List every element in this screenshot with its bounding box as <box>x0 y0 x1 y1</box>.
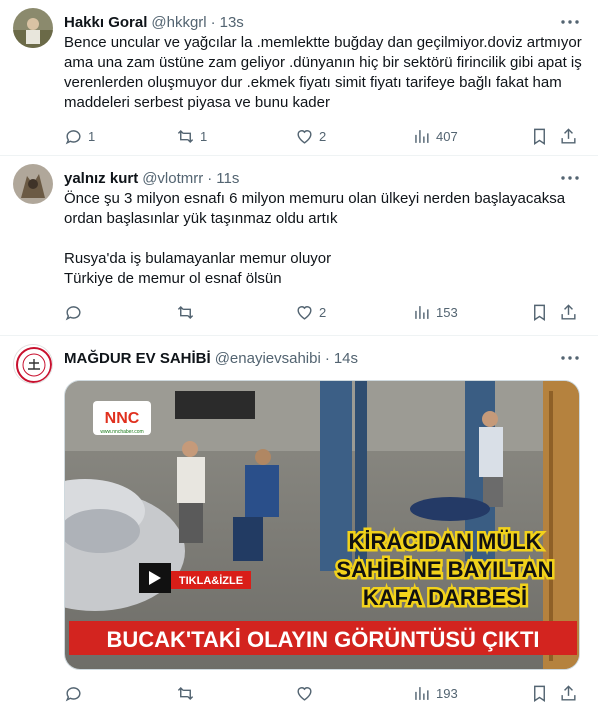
separator-dot: · <box>207 169 213 187</box>
tweet-text: Bence uncular ve yağcılar la .memlektte … <box>64 34 582 111</box>
separator-dot: · <box>324 349 330 367</box>
bookmark-icon <box>534 304 545 321</box>
like-count: 2 <box>319 128 327 144</box>
share-icon <box>561 684 576 701</box>
separator-dot: · <box>210 13 216 31</box>
views-icon <box>415 129 429 143</box>
svg-text:NNC: NNC <box>105 410 140 427</box>
more-icon <box>561 20 579 24</box>
tweet-header: Hakkı Goral @hkkgrl · 13s <box>64 12 582 32</box>
avatar[interactable] <box>13 164 53 204</box>
bookmark-icon <box>534 128 545 145</box>
views-icon <box>415 305 429 319</box>
timestamp[interactable]: 14s <box>334 350 358 367</box>
svg-text:KAFA DARBESİ: KAFA DARBESİ <box>363 585 527 610</box>
media-video-thumbnail[interactable]: NNC www.nnchaber.com TIKLA&İZLE KİRACIDA… <box>64 380 580 670</box>
timestamp[interactable]: 13s <box>220 14 244 31</box>
tweet-header: yalnız kurt @vlotmrr · 11s <box>64 168 582 188</box>
tweet-header: MAĞDUR EV SAHİBİ @enayievsahibi · 14s <box>64 348 582 368</box>
timestamp[interactable]: 11s <box>216 170 239 187</box>
views-count: 153 <box>436 304 458 320</box>
reply-button[interactable] <box>64 676 88 710</box>
views-button[interactable]: 407 <box>412 119 458 153</box>
views-count: 193 <box>436 685 458 701</box>
bookmark-button[interactable] <box>530 119 549 153</box>
views-count: 407 <box>436 128 458 144</box>
more-button[interactable] <box>560 12 580 32</box>
views-icon <box>415 686 429 700</box>
avatar[interactable] <box>13 8 53 48</box>
author-handle[interactable]: @vlotmrr <box>142 170 203 187</box>
reply-button[interactable]: 1 <box>64 119 95 153</box>
author-handle[interactable]: @enayievsahibi <box>215 350 321 367</box>
video-headline: KİRACIDAN MÜLK SAHİBİNE BAYILTAN KAFA DA… <box>334 527 556 613</box>
action-bar: 2 153 <box>64 295 582 329</box>
more-button[interactable] <box>560 348 580 368</box>
tweet[interactable]: Hakkı Goral @hkkgrl · 13s Bence uncular … <box>0 0 598 156</box>
share-button[interactable] <box>559 295 578 329</box>
channel-logo: NNC www.nnchaber.com <box>93 401 151 435</box>
author-name[interactable]: yalnız kurt <box>64 170 138 187</box>
reply-icon <box>65 305 81 320</box>
video-caption: BUCAK'TAKİ OLAYIN GÖRÜNTÜSÜ ÇIKTI <box>106 627 539 652</box>
reply-button[interactable] <box>64 295 88 329</box>
like-icon <box>297 686 312 701</box>
like-button[interactable]: 2 <box>295 119 326 153</box>
share-icon <box>561 303 576 320</box>
reply-icon <box>65 686 81 701</box>
more-icon <box>561 176 579 180</box>
retweet-button[interactable] <box>176 676 200 710</box>
more-icon <box>561 356 579 360</box>
share-button[interactable] <box>559 676 578 710</box>
share-button[interactable] <box>559 119 578 153</box>
like-count: 2 <box>319 304 327 320</box>
retweet-icon <box>177 129 194 143</box>
views-button[interactable]: 153 <box>412 295 458 329</box>
share-icon <box>561 127 576 144</box>
bookmark-button[interactable] <box>530 295 549 329</box>
author-handle[interactable]: @hkkgrl <box>151 14 206 31</box>
retweet-icon <box>177 305 194 319</box>
like-button[interactable] <box>295 676 319 710</box>
like-icon <box>297 129 312 144</box>
retweet-button[interactable] <box>176 295 200 329</box>
retweet-count: 1 <box>200 128 208 144</box>
author-name[interactable]: MAĞDUR EV SAHİBİ <box>64 350 211 367</box>
tweet[interactable]: yalnız kurt @vlotmrr · 11s Önce şu 3 mil… <box>0 156 598 336</box>
action-bar: 193 <box>64 676 582 710</box>
like-icon <box>297 305 312 320</box>
reply-icon <box>65 129 81 144</box>
reply-count: 1 <box>88 128 96 144</box>
avatar[interactable] <box>13 344 53 384</box>
retweet-button[interactable]: 1 <box>176 119 207 153</box>
svg-text:SAHİBİNE BAYILTAN: SAHİBİNE BAYILTAN <box>336 557 553 582</box>
bookmark-button[interactable] <box>530 676 549 710</box>
svg-text:TIKLA&İZLE: TIKLA&İZLE <box>179 574 243 587</box>
tweet[interactable]: MAĞDUR EV SAHİBİ @enayievsahibi · 14s NN… <box>0 336 598 710</box>
retweet-icon <box>177 686 194 700</box>
svg-text:KİRACIDAN MÜLK: KİRACIDAN MÜLK <box>348 529 541 554</box>
views-button[interactable]: 193 <box>412 676 458 710</box>
bookmark-icon <box>534 685 545 702</box>
tweet-text: Önce şu 3 milyon esnafı 6 milyon memuru … <box>64 190 566 287</box>
more-button[interactable] <box>560 168 580 188</box>
like-button[interactable]: 2 <box>295 295 326 329</box>
action-bar: 1 1 2 407 <box>64 119 582 153</box>
svg-text:www.nnchaber.com: www.nnchaber.com <box>100 429 143 435</box>
author-name[interactable]: Hakkı Goral <box>64 14 147 31</box>
